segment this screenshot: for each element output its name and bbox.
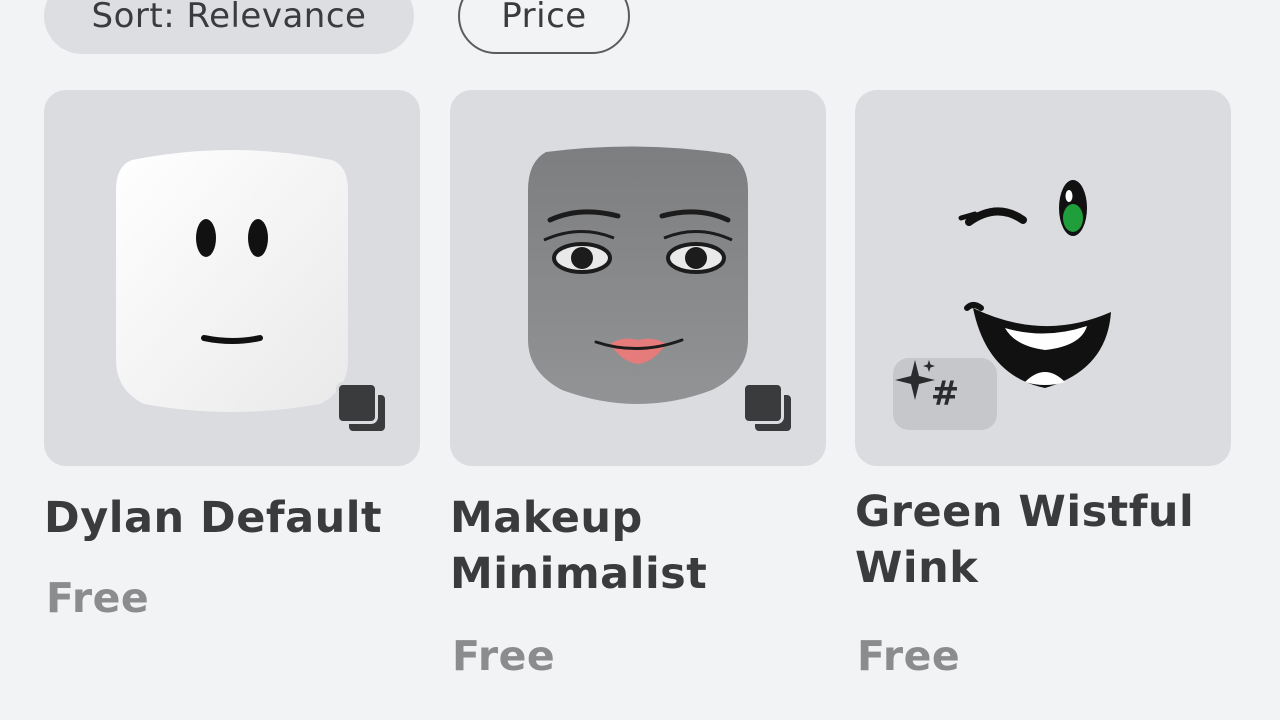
item-name[interactable]: Makeup Minimalist — [450, 490, 826, 602]
sparkle-icon — [895, 360, 935, 400]
item-name[interactable]: Dylan Default — [44, 490, 420, 546]
item-card-green-wistful-wink[interactable]: # Green Wistful Wink Free — [855, 90, 1231, 680]
item-price: Free — [857, 632, 961, 680]
item-name[interactable]: Green Wistful Wink — [855, 484, 1231, 596]
item-card-dylan-default[interactable]: Dylan Default Free — [44, 90, 420, 622]
copies-icon — [742, 382, 794, 434]
dynamic-head-badge: # — [893, 358, 997, 430]
item-price: Free — [452, 632, 556, 680]
item-thumbnail[interactable] — [450, 90, 826, 466]
sort-dropdown-button[interactable]: Sort: Relevance — [44, 0, 414, 54]
item-card-makeup-minimalist[interactable]: Makeup Minimalist Free — [450, 90, 826, 680]
copies-icon — [336, 382, 388, 434]
item-thumbnail[interactable]: # — [855, 90, 1231, 466]
sort-label: Sort: Relevance — [91, 0, 367, 36]
price-filter-button[interactable]: Price — [458, 0, 630, 54]
item-thumbnail[interactable] — [44, 90, 420, 466]
price-label: Price — [501, 0, 587, 36]
item-price: Free — [46, 574, 150, 622]
